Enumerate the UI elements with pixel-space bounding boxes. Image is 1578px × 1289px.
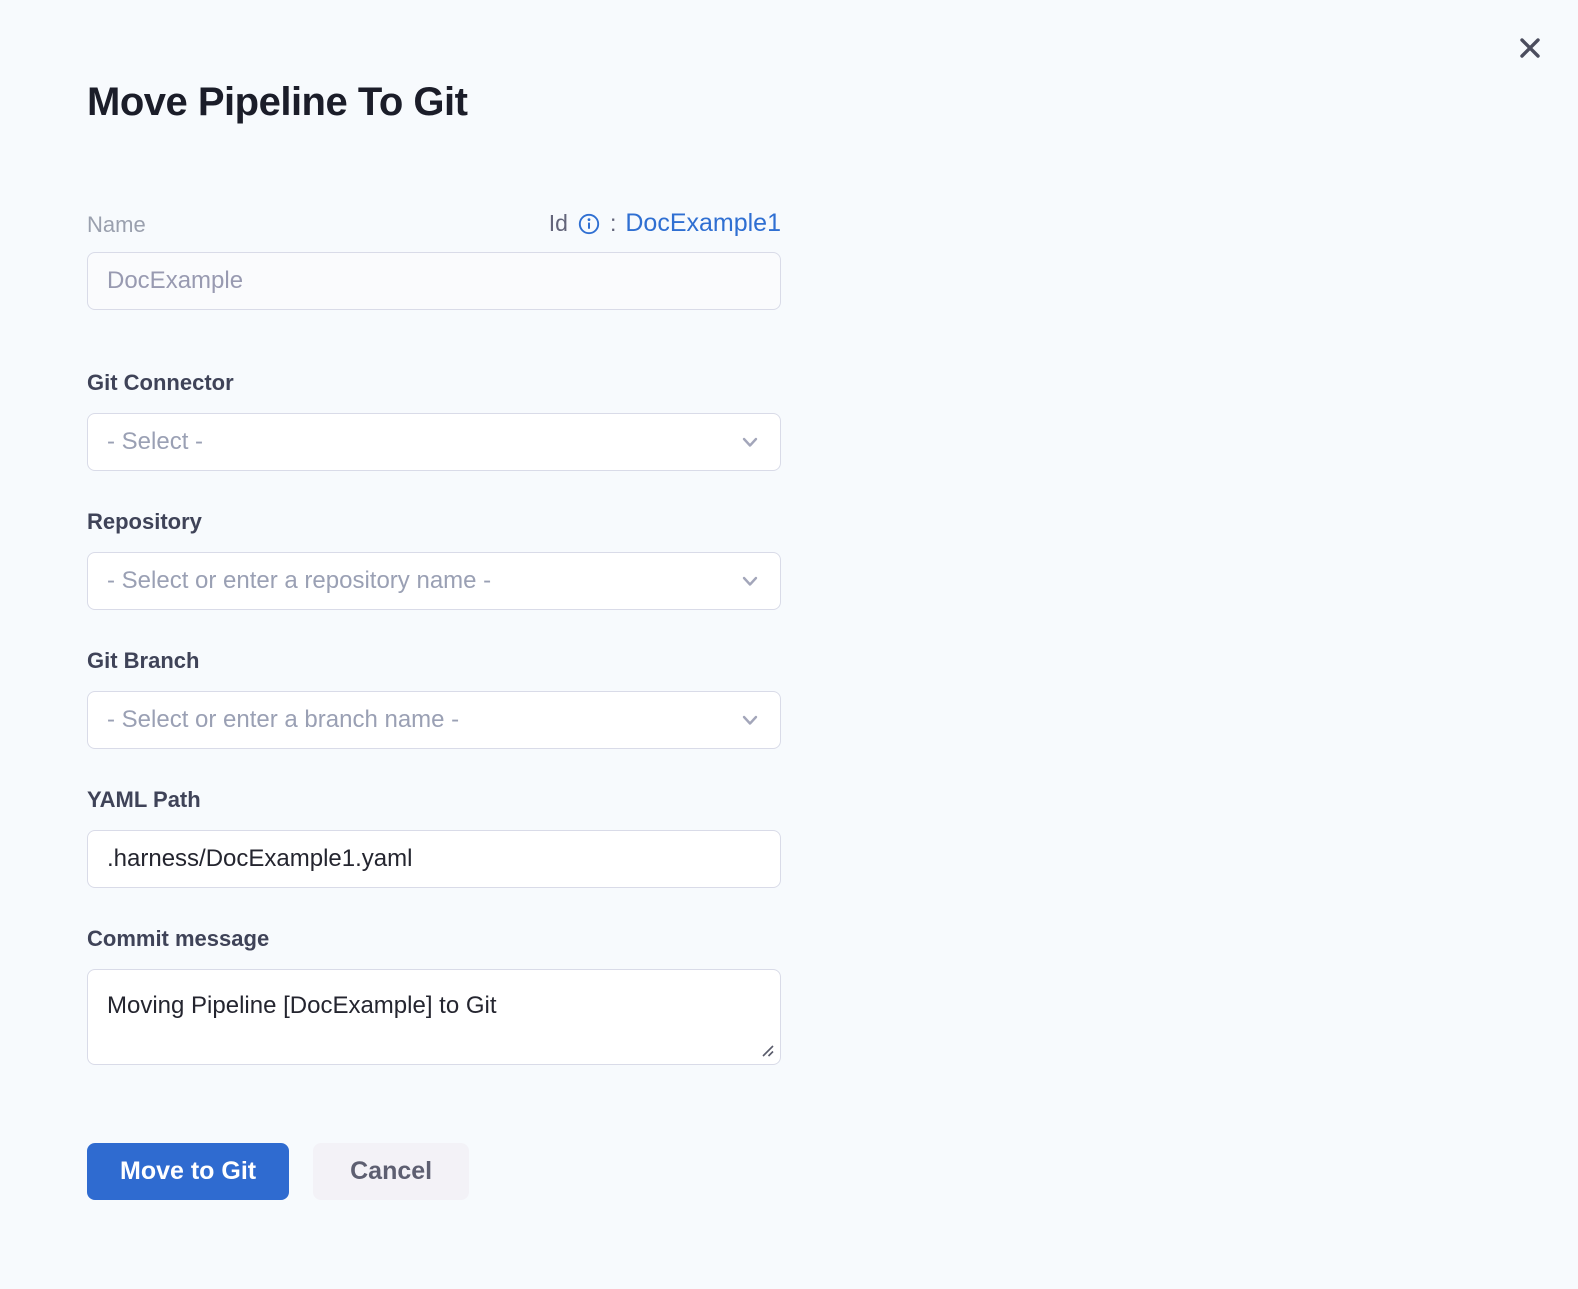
dialog-title: Move Pipeline To Git xyxy=(0,0,1578,126)
name-input[interactable] xyxy=(87,252,781,310)
git-connector-placeholder: - Select - xyxy=(107,428,203,456)
name-label: Name xyxy=(87,212,146,238)
repository-placeholder: - Select or enter a repository name - xyxy=(107,567,491,595)
name-id-row: Name Id : DocExample1 xyxy=(87,210,781,238)
chevron-down-icon xyxy=(739,709,761,731)
close-icon xyxy=(1515,33,1545,63)
git-connector-label: Git Connector xyxy=(87,370,781,396)
git-branch-placeholder: - Select or enter a branch name - xyxy=(107,706,459,734)
id-separator: : xyxy=(610,210,616,237)
move-to-git-button[interactable]: Move to Git xyxy=(87,1143,289,1200)
repository-group: Repository - Select or enter a repositor… xyxy=(87,509,781,610)
move-pipeline-to-git-dialog: Move Pipeline To Git Name Id : DocExampl… xyxy=(0,0,1578,1289)
pipeline-id-link[interactable]: DocExample1 xyxy=(625,209,781,238)
yaml-path-group: YAML Path xyxy=(87,787,781,888)
repository-select[interactable]: - Select or enter a repository name - xyxy=(87,552,781,610)
yaml-path-input[interactable] xyxy=(87,830,781,888)
yaml-path-label: YAML Path xyxy=(87,787,781,813)
info-icon[interactable] xyxy=(577,212,601,236)
close-button[interactable] xyxy=(1512,30,1548,66)
chevron-down-icon xyxy=(739,570,761,592)
commit-message-textarea[interactable]: Moving Pipeline [DocExample] to Git xyxy=(87,969,781,1065)
git-branch-group: Git Branch - Select or enter a branch na… xyxy=(87,648,781,749)
cancel-button[interactable]: Cancel xyxy=(313,1143,469,1200)
id-label: Id xyxy=(549,210,568,237)
git-branch-select[interactable]: - Select or enter a branch name - xyxy=(87,691,781,749)
repository-label: Repository xyxy=(87,509,781,535)
id-row: Id : DocExample1 xyxy=(549,209,781,238)
commit-message-wrap: Moving Pipeline [DocExample] to Git xyxy=(87,969,781,1065)
commit-message-label: Commit message xyxy=(87,926,781,952)
move-to-git-form: Name Id : DocExample1 Git Connector - Se… xyxy=(87,210,781,1200)
commit-message-group: Commit message Moving Pipeline [DocExamp… xyxy=(87,926,781,1065)
git-connector-group: Git Connector - Select - xyxy=(87,370,781,471)
git-branch-label: Git Branch xyxy=(87,648,781,674)
chevron-down-icon xyxy=(739,431,761,453)
dialog-actions: Move to Git Cancel xyxy=(87,1143,781,1200)
git-connector-select[interactable]: - Select - xyxy=(87,413,781,471)
